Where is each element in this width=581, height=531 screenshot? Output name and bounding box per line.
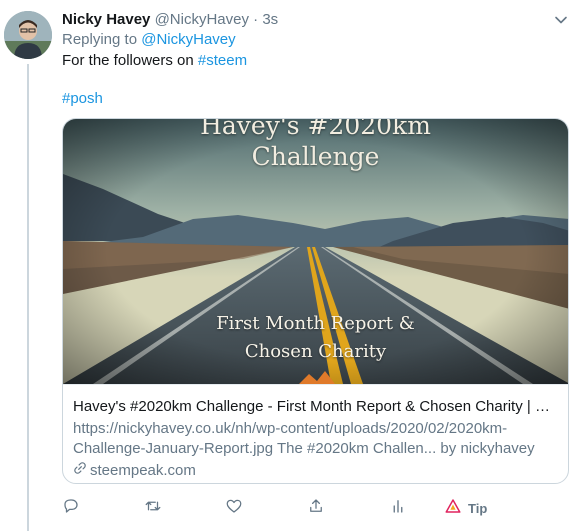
tweet-text-line-1: For the followers on #steem xyxy=(62,51,247,71)
card-image: Havey's #2020km Challenge First Month Re… xyxy=(63,119,568,384)
heart-icon xyxy=(225,497,243,520)
tip-button[interactable]: Tip xyxy=(444,496,487,520)
tweet-header: Nicky Havey @NickyHavey · 3s xyxy=(62,10,571,32)
avatar-photo xyxy=(4,11,52,59)
timestamp[interactable]: 3s xyxy=(262,11,278,28)
separator-dot: · xyxy=(253,11,259,28)
image-subheading-line-1: First Month Report & xyxy=(216,313,415,334)
reply-button[interactable] xyxy=(62,496,80,520)
share-button[interactable] xyxy=(307,496,325,520)
retweet-icon xyxy=(144,497,162,520)
image-heading-partial: Havey's #2020km xyxy=(200,119,431,140)
image-heading: Challenge xyxy=(251,142,380,171)
replying-to-label: Replying to xyxy=(62,31,138,48)
avatar[interactable] xyxy=(4,11,52,59)
card-domain-text: steempeak.com xyxy=(90,462,196,479)
replying-to-handle-link[interactable]: @NickyHavey xyxy=(141,31,235,48)
link-icon xyxy=(73,461,87,481)
hashtag-posh-link[interactable]: #posh xyxy=(62,90,103,107)
image-subheading-line-2: Chosen Charity xyxy=(244,341,387,362)
chevron-down-icon[interactable] xyxy=(553,12,569,28)
link-preview-card[interactable]: Havey's #2020km Challenge First Month Re… xyxy=(62,118,569,484)
card-details: Havey's #2020km Challenge - First Month … xyxy=(63,384,568,481)
tip-label: Tip xyxy=(468,500,488,516)
share-icon xyxy=(307,497,325,520)
like-button[interactable] xyxy=(225,496,243,520)
tweet-actions-bar: Tip xyxy=(62,496,562,520)
card-domain: steempeak.com xyxy=(73,461,558,481)
card-title: Havey's #2020km Challenge - First Month … xyxy=(73,398,558,415)
hashtag-steem-link[interactable]: #steem xyxy=(198,52,247,69)
replying-to-line: Replying to @NickyHavey xyxy=(62,30,236,50)
tweet-text: For the followers on xyxy=(62,52,194,69)
thread-connector-line xyxy=(27,64,29,531)
analytics-button[interactable] xyxy=(389,496,407,520)
reply-icon xyxy=(62,497,80,520)
user-handle[interactable]: @NickyHavey xyxy=(155,11,249,28)
display-name[interactable]: Nicky Havey xyxy=(62,11,150,28)
brave-tip-icon xyxy=(444,497,462,520)
retweet-button[interactable] xyxy=(144,496,162,520)
tweet-text-line-2: #posh xyxy=(62,89,103,109)
card-description: https://nickyhavey.co.uk/nh/wp-content/u… xyxy=(73,420,535,457)
analytics-bars-icon xyxy=(389,497,407,520)
